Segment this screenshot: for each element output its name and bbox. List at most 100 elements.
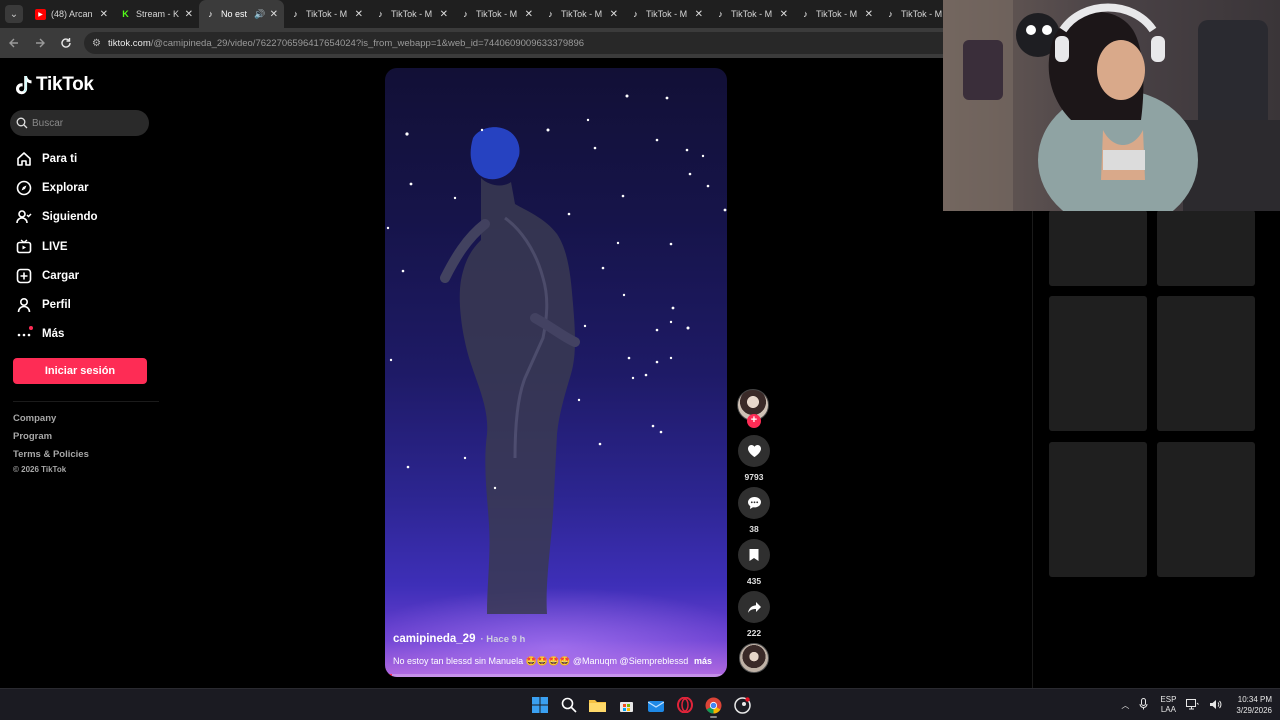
heart-icon (747, 445, 761, 457)
tab-close-icon[interactable]: ✕ (355, 9, 363, 20)
reload-icon (61, 38, 71, 48)
site-info-icon[interactable]: ⚙ (92, 38, 101, 49)
file-explorer-button[interactable] (583, 692, 612, 718)
windows-logo-icon (531, 697, 548, 713)
tab-close-icon[interactable]: ✕ (695, 9, 703, 20)
comment-button[interactable] (738, 487, 770, 519)
video-author[interactable]: camipineda_29 · Hace 9 h (393, 633, 525, 645)
nav-item-siguiendo[interactable]: Siguiendo (14, 203, 98, 232)
tab-search-button[interactable]: ⌄ (5, 5, 23, 23)
browser-tab[interactable]: ♪ No est 🔊 ✕ (199, 0, 284, 28)
browser-tab[interactable]: ♪ TikTok - M ✕ (369, 0, 454, 28)
discord-button[interactable] (728, 692, 757, 718)
arrow-left-icon (9, 38, 18, 48)
share-button[interactable] (738, 591, 770, 623)
lang-code: ESP (1160, 695, 1177, 704)
browser-tab[interactable]: ▶ (48) Arcan ✕ (29, 0, 114, 28)
tab-close-icon[interactable]: ✕ (100, 9, 108, 20)
tab-audio-icon[interactable]: 🔊 (254, 9, 265, 20)
browser-tab[interactable]: ♪ TikTok - M ✕ (794, 0, 879, 28)
footer-link[interactable]: Program (13, 430, 89, 448)
start-button[interactable] (525, 692, 554, 718)
back-button[interactable] (2, 31, 26, 55)
nav-item-para-ti[interactable]: Para ti (14, 144, 98, 173)
login-button[interactable]: Iniciar sesión (13, 358, 147, 384)
volume-icon[interactable] (1209, 699, 1222, 712)
video-thumbnail[interactable] (1157, 210, 1255, 286)
tab-close-icon[interactable]: ✕ (525, 9, 533, 20)
tab-title: TikTok - M (391, 9, 433, 19)
like-button[interactable] (738, 435, 770, 467)
chrome-button[interactable] (699, 692, 728, 718)
save-button[interactable] (738, 539, 770, 571)
tab-close-icon[interactable]: ✕ (780, 9, 788, 20)
steam-icon (734, 696, 751, 714)
input-language[interactable]: ESP LAA (1160, 695, 1176, 715)
microphone-icon[interactable] (1139, 698, 1148, 712)
copyright: © 2026 TikTok (13, 465, 67, 474)
browser-tab[interactable]: ♪ TikTok - M ✕ (539, 0, 624, 28)
browser-tab[interactable]: ♪ TikTok - M ✕ (624, 0, 709, 28)
caption-more-link[interactable]: más (694, 656, 712, 667)
video-thumbnail[interactable] (1049, 442, 1147, 577)
video-thumbnail[interactable] (1157, 442, 1255, 577)
clock[interactable]: 10:34 PM 3/29/2026 (1236, 694, 1272, 716)
tab-close-icon[interactable]: ✕ (610, 9, 618, 20)
url-path: /@camipineda_29/video/762270659641765402… (150, 37, 585, 49)
follow-button[interactable]: + (747, 414, 761, 428)
share-count: 222 (746, 628, 762, 638)
taskbar-search-button[interactable] (554, 692, 583, 718)
live-icon (14, 237, 34, 257)
address-bar[interactable]: ⚙ tiktok.com/@camipineda_29/video/762270… (84, 32, 964, 54)
footer-link[interactable]: Terms & Policies (13, 448, 89, 466)
search-icon (561, 697, 577, 713)
video-thumbnail[interactable] (1049, 296, 1147, 431)
tiktok-icon: ♪ (888, 9, 893, 19)
tiktok-icon: ♪ (208, 9, 213, 19)
tray-overflow-icon[interactable]: ︿ (1121, 700, 1129, 711)
tab-close-icon[interactable]: ✕ (440, 9, 448, 20)
mail-button[interactable] (641, 692, 670, 718)
arrow-right-icon (36, 38, 45, 48)
keyboard-layout: LAA (1160, 705, 1176, 714)
tab-close-icon[interactable]: ✕ (185, 9, 193, 20)
nav-item-perfil[interactable]: Perfil (14, 290, 98, 319)
nav-item-label: Más (42, 328, 65, 341)
browser-tab[interactable]: K Stream - K ✕ (114, 0, 199, 28)
nav-item-live[interactable]: LIVE (14, 232, 98, 261)
opera-button[interactable] (670, 692, 699, 718)
video-thumbnail[interactable] (1157, 296, 1255, 431)
browser-tab[interactable]: ♪ TikTok - M ✕ (284, 0, 369, 28)
reload-button[interactable] (54, 31, 78, 55)
tiktok-note-icon (16, 76, 32, 95)
browser-tab[interactable]: ♪ TikTok - M ✕ (709, 0, 794, 28)
footer-link[interactable]: Company (13, 412, 89, 430)
nav-item-más[interactable]: Más (14, 320, 98, 349)
home-icon (14, 149, 34, 169)
sidebar-divider (13, 401, 159, 402)
windows-taskbar: ︿ ESP LAA 10:34 PM 3/29/2026 (0, 688, 1280, 720)
forward-button[interactable] (28, 31, 52, 55)
tab-close-icon[interactable]: ✕ (865, 9, 873, 20)
network-icon[interactable] (1186, 698, 1200, 712)
video-player[interactable]: camipineda_29 · Hace 9 h No estoy tan bl… (385, 68, 727, 677)
search-input[interactable] (32, 117, 142, 129)
video-progress-bar[interactable] (385, 674, 727, 677)
nav-item-explorar[interactable]: Explorar (14, 173, 98, 202)
tab-title: TikTok - M (476, 9, 518, 19)
nav-item-cargar[interactable]: Cargar (14, 261, 98, 290)
video-frame-artwork (386, 94, 727, 614)
tab-title: TikTok - M (561, 9, 603, 19)
author-username[interactable]: camipineda_29 (393, 633, 475, 645)
tab-strip: ▶ (48) Arcan ✕ K Stream - K ✕ ♪ No est 🔊 ✕ ♪ TikTok… (29, 0, 964, 28)
search-box[interactable] (10, 110, 149, 136)
music-disc[interactable] (739, 643, 769, 673)
store-icon (620, 701, 633, 712)
store-button[interactable] (612, 692, 641, 718)
tab-close-icon[interactable]: ✕ (270, 9, 278, 20)
tiktok-logo[interactable]: TikTok (15, 74, 94, 96)
post-time: · Hace 9 h (480, 634, 526, 645)
browser-tab[interactable]: ♪ TikTok - M ✕ (454, 0, 539, 28)
nav-item-label: Para ti (42, 152, 78, 165)
video-thumbnail[interactable] (1049, 210, 1147, 286)
